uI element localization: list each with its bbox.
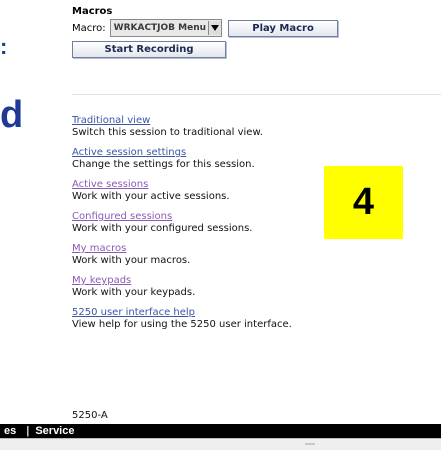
step-number-badge: 4 <box>324 166 403 239</box>
5250-help-link[interactable]: 5250 user interface help <box>72 307 292 319</box>
link-active-session-settings: Active session settings Change the setti… <box>72 147 292 171</box>
macro-select[interactable]: WRKACTJOB Menu <box>109 19 223 37</box>
version-label: 5250-A <box>72 410 108 421</box>
link-configured-sessions: Configured sessions Work with your confi… <box>72 211 292 235</box>
macro-label: Macro: <box>72 22 106 34</box>
horizontal-scrollbar[interactable] <box>0 438 441 450</box>
my-macros-description: Work with your macros. <box>72 255 191 266</box>
my-macros-link[interactable]: My macros <box>72 243 292 255</box>
macro-row: Macro: WRKACTJOB Menu Play Macro <box>72 19 339 37</box>
configured-sessions-description: Work with your configured sessions. <box>72 223 253 234</box>
link-5250-help: 5250 user interface help View help for u… <box>72 307 292 331</box>
traditional-view-link[interactable]: Traditional view <box>72 115 292 127</box>
my-keypads-link[interactable]: My keypads <box>72 275 292 287</box>
active-session-settings-description: Change the settings for this session. <box>72 159 255 170</box>
page-root: : d Macros Macro: WRKACTJOB Menu Play Ma… <box>0 0 441 450</box>
bottom-nav-item-service[interactable]: Service <box>31 425 82 437</box>
bottom-nav-separator: | <box>26 425 30 437</box>
session-links-list: Traditional view Switch this session to … <box>72 115 292 339</box>
active-sessions-description: Work with your active sessions. <box>72 191 230 202</box>
link-my-keypads: My keypads Work with your keypads. <box>72 275 292 299</box>
active-session-settings-link[interactable]: Active session settings <box>72 147 292 159</box>
active-sessions-link[interactable]: Active sessions <box>72 179 292 191</box>
section-divider <box>72 94 441 95</box>
link-traditional-view: Traditional view Switch this session to … <box>72 115 292 139</box>
macros-panel: Macros Macro: WRKACTJOB Menu Play Macro … <box>72 6 339 58</box>
scrollbar-grip-icon[interactable] <box>305 443 315 445</box>
start-recording-button[interactable]: Start Recording <box>72 41 226 58</box>
bottom-nav-bar: es | Service <box>0 424 441 438</box>
traditional-view-description: Switch this session to traditional view. <box>72 127 263 138</box>
bottom-nav-item-cropped[interactable]: es <box>0 425 24 437</box>
configured-sessions-link[interactable]: Configured sessions <box>72 211 292 223</box>
5250-help-description: View help for using the 5250 user interf… <box>72 319 292 330</box>
macro-select-value: WRKACTJOB Menu <box>113 23 207 33</box>
my-keypads-description: Work with your keypads. <box>72 287 196 298</box>
play-macro-button[interactable]: Play Macro <box>228 19 339 37</box>
left-cropped-text-colon: : <box>0 34 8 59</box>
link-active-sessions: Active sessions Work with your active se… <box>72 179 292 203</box>
chevron-down-icon[interactable] <box>208 21 222 35</box>
link-my-macros: My macros Work with your macros. <box>72 243 292 267</box>
macros-title: Macros <box>72 6 113 17</box>
left-cropped-heading-letter: d <box>0 94 24 136</box>
